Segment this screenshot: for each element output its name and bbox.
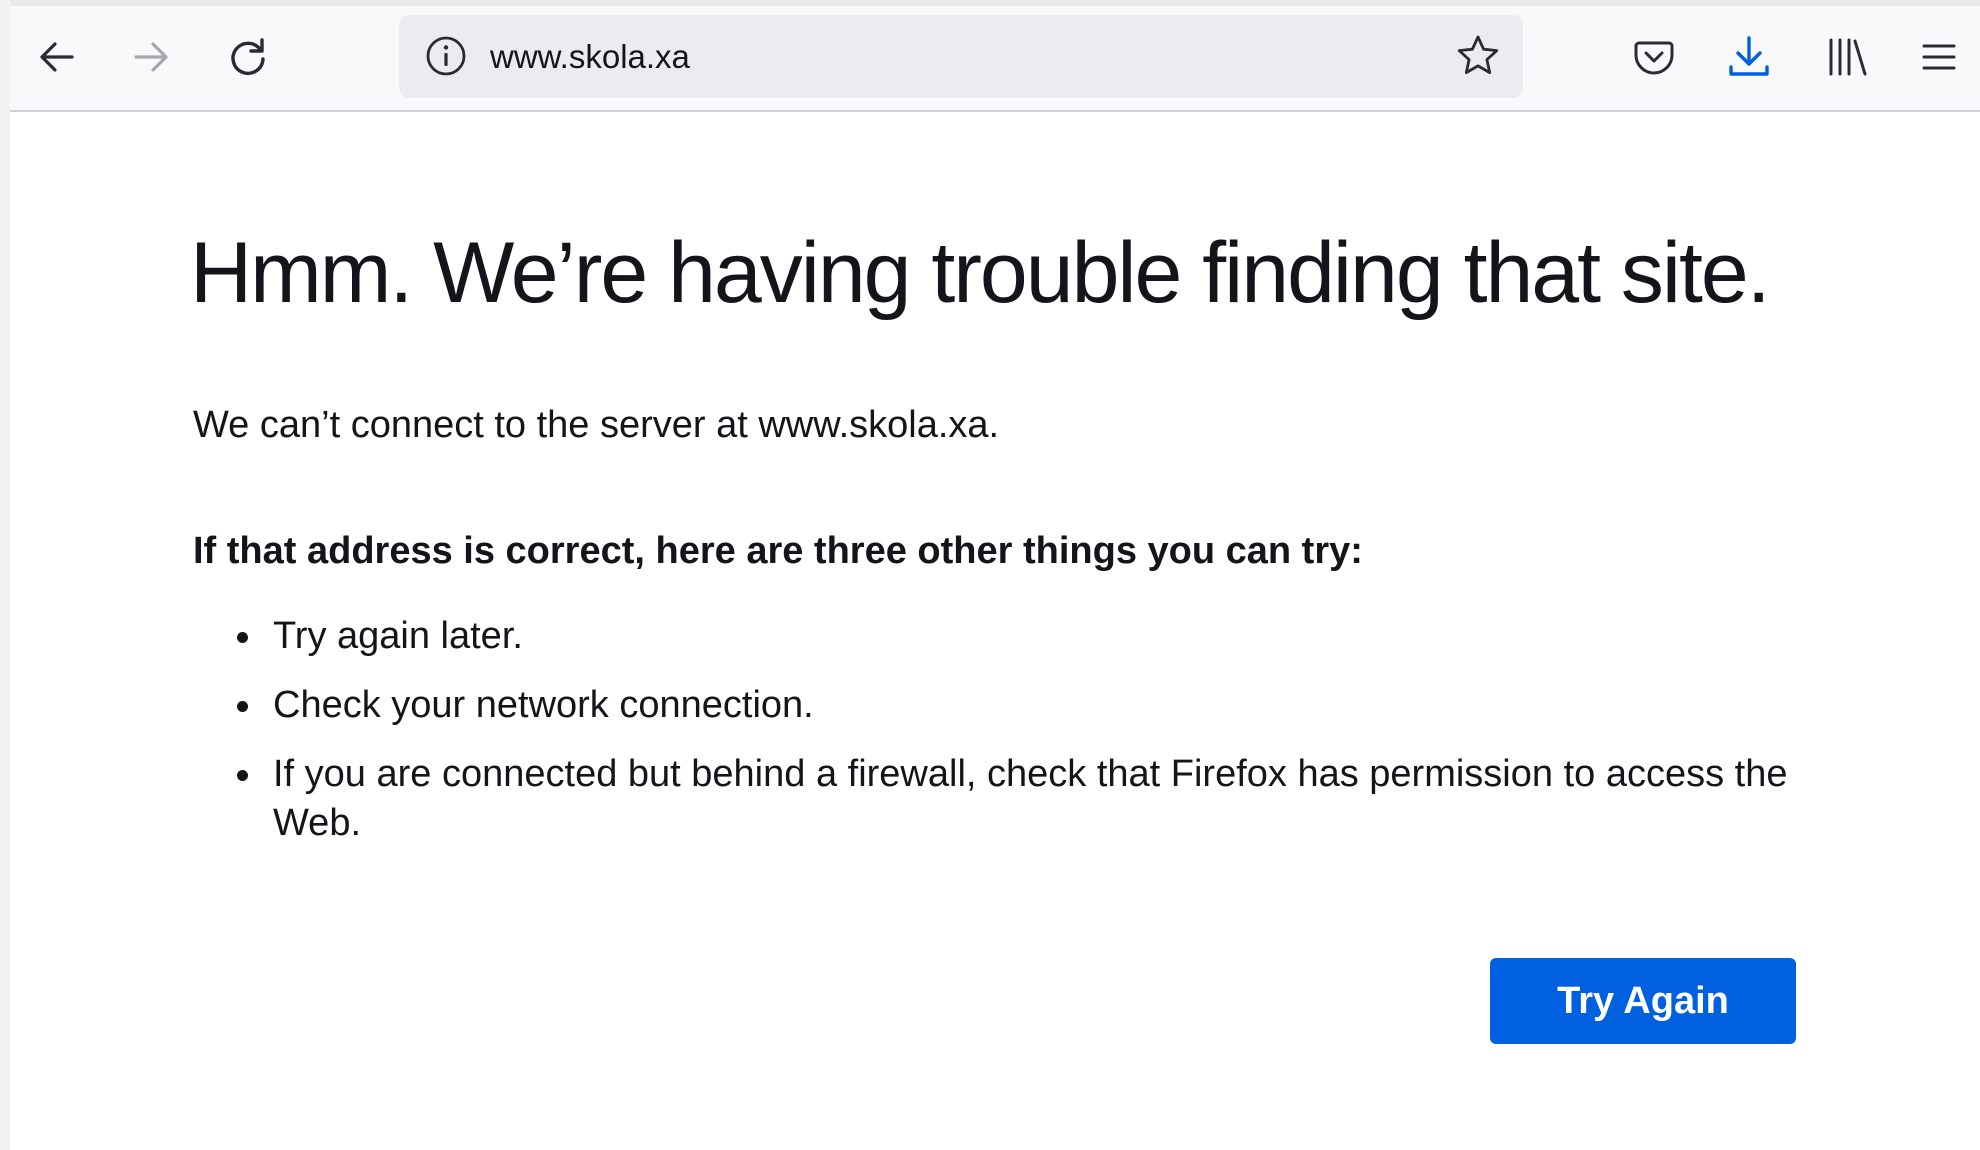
address-bar[interactable]: www.skola.xa xyxy=(399,15,1523,98)
list-item: If you are connected but behind a firewa… xyxy=(237,750,1833,848)
forward-button[interactable] xyxy=(120,25,184,89)
browser-window: www.skola.xa Hmm. We’re having trouble f… xyxy=(0,0,1980,1150)
navigation-toolbar: www.skola.xa xyxy=(10,6,1980,112)
downloads-button[interactable] xyxy=(1717,25,1781,89)
window-left-edge xyxy=(0,0,10,1150)
info-circle-icon xyxy=(426,36,466,76)
library-button[interactable] xyxy=(1815,25,1879,89)
url-text[interactable]: www.skola.xa xyxy=(490,15,690,98)
back-button[interactable] xyxy=(24,25,88,89)
pocket-icon xyxy=(1634,41,1674,75)
reload-button[interactable] xyxy=(216,25,280,89)
site-info-button[interactable] xyxy=(415,25,477,87)
list-item: Try again later. xyxy=(237,612,1833,661)
reload-icon xyxy=(231,38,265,75)
arrow-left-icon xyxy=(40,42,74,72)
bookmark-button[interactable] xyxy=(1447,25,1509,87)
error-title: Hmm. We’re having trouble finding that s… xyxy=(190,225,1771,321)
try-again-button[interactable]: Try Again xyxy=(1490,958,1796,1044)
star-outline-icon xyxy=(1457,35,1499,74)
application-menu-button[interactable] xyxy=(1907,25,1971,89)
arrow-right-icon xyxy=(134,42,168,72)
download-icon xyxy=(1729,36,1769,76)
error-description: We can’t connect to the server at www.sk… xyxy=(193,404,1000,446)
library-icon xyxy=(1829,38,1867,76)
suggestions-heading: If that address is correct, here are thr… xyxy=(193,530,1363,572)
error-page: Hmm. We’re having trouble finding that s… xyxy=(10,112,1980,1150)
pocket-button[interactable] xyxy=(1622,25,1686,89)
hamburger-menu-icon xyxy=(1922,44,1956,70)
list-item: Check your network connection. xyxy=(237,681,1833,730)
suggestions-list: Try again later. Check your network conn… xyxy=(193,612,1833,868)
